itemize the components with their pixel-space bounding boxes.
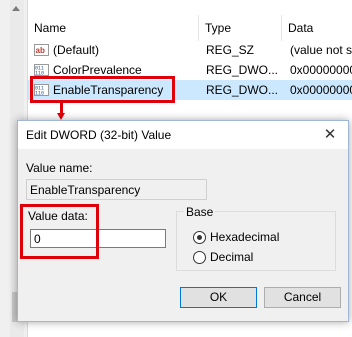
row-data: (value not se [290,43,352,57]
row-data: 0x00000000 [290,83,352,97]
ok-button[interactable]: OK [180,287,257,308]
column-header-type[interactable]: Type [199,15,282,41]
scroll-up-arrow-icon[interactable] [12,6,20,11]
dialog-titlebar[interactable]: Edit DWORD (32-bit) Value ✕ [18,121,348,149]
decimal-label[interactable]: Decimal [210,250,253,264]
hexadecimal-label[interactable]: Hexadecimal [210,230,279,244]
row-type: REG_DWO... [206,63,279,77]
row-type: REG_DWO... [206,83,279,97]
decimal-radio[interactable] [193,251,206,264]
annotation-arrow-icon [57,113,65,120]
value-name-field: EnableTransparency [26,179,207,200]
dialog-title: Edit DWORD (32-bit) Value [26,128,172,142]
cancel-button[interactable]: Cancel [264,287,341,308]
column-header-data[interactable]: Data [282,15,352,41]
registry-row[interactable]: ab (Default) REG_SZ (value not se [28,40,352,60]
binary-value-icon: 011 110 [34,64,49,76]
close-icon[interactable]: ✕ [322,127,338,143]
svg-text:ab: ab [36,46,45,55]
string-value-icon: ab [34,44,49,56]
annotation-highlight-value-data [20,204,99,259]
row-type: REG_SZ [206,43,255,57]
hexadecimal-radio[interactable] [193,231,206,244]
value-name-label: Value name: [26,161,93,175]
column-header: Name Type Data [28,15,352,41]
annotation-highlight-row [30,76,175,103]
row-data: 0x00000000 [290,63,352,77]
column-header-name[interactable]: Name [28,15,199,41]
base-label: Base [184,205,216,219]
row-name: (Default) [53,43,100,57]
